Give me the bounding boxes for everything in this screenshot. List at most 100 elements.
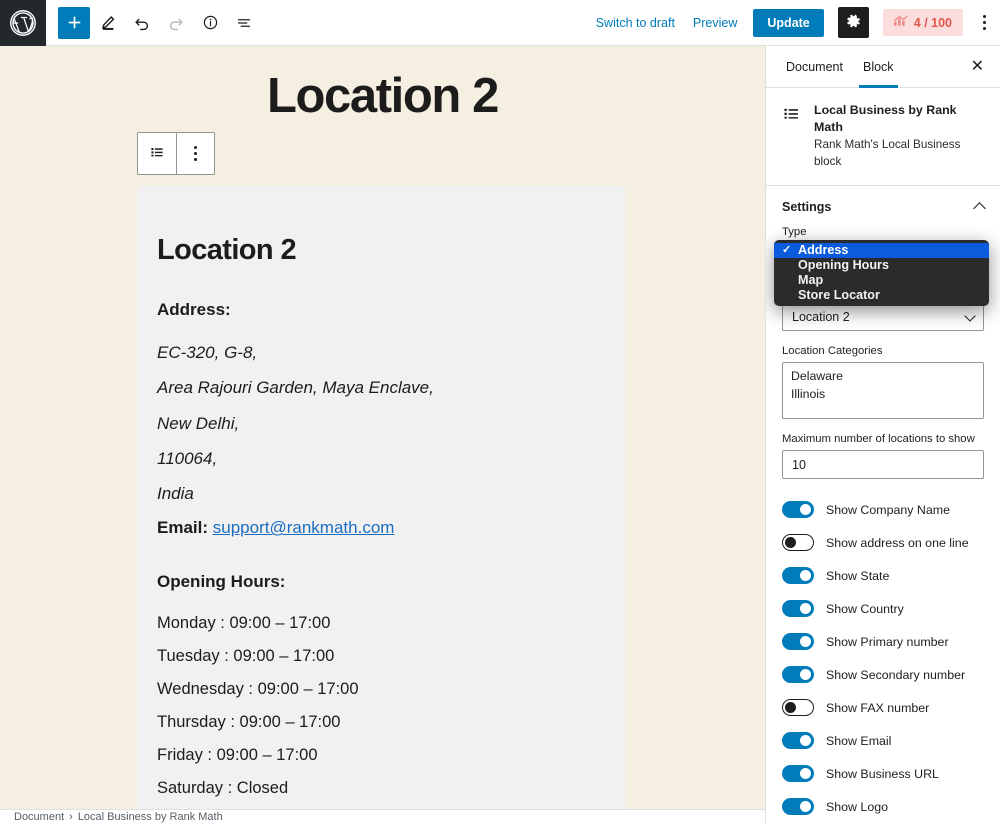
block-card-title: Local Business by Rank Math: [814, 103, 957, 134]
settings-panel-toggle[interactable]: Settings: [766, 186, 1000, 226]
email-link[interactable]: support@rankmath.com: [213, 518, 395, 537]
toggle-row-show-logo[interactable]: Show Logo: [766, 790, 1000, 823]
toggle-switch[interactable]: [782, 534, 814, 552]
preview-button[interactable]: Preview: [691, 12, 739, 34]
seo-score-badge[interactable]: 4 / 100: [882, 9, 963, 36]
opening-hours-row: Monday : 09:00 – 17:00: [157, 614, 331, 633]
editor-canvas: Location 2 Location 2 Address: EC-320, G…: [0, 46, 765, 823]
block-options-button[interactable]: [175, 133, 214, 174]
location-category-option[interactable]: Illinois: [791, 386, 975, 403]
block-card: Local Business by Rank Math Rank Math's …: [766, 88, 1000, 187]
tab-block[interactable]: Block: [853, 46, 904, 88]
toggle-switch[interactable]: [782, 798, 814, 816]
toggle-switch[interactable]: [782, 567, 814, 585]
block-toolbar: [137, 132, 215, 175]
type-label: Type: [782, 226, 807, 239]
edit-tool-button[interactable]: [92, 7, 124, 39]
details-info-button[interactable]: [194, 7, 226, 39]
opening-hours-row: Tuesday : 09:00 – 17:00: [157, 647, 335, 666]
location-categories-field: Location Categories Delaware Illinois: [766, 345, 1000, 420]
opening-hours-row: Thursday : 09:00 – 17:00: [157, 713, 341, 732]
location-category-option[interactable]: Delaware: [791, 368, 975, 385]
toggle-label: Show Business URL: [826, 766, 939, 781]
address-line: India: [157, 484, 194, 503]
type-option-label: Opening Hours: [798, 257, 889, 272]
post-title[interactable]: Location 2: [0, 46, 765, 132]
toggle-label: Show Secondary number: [826, 667, 966, 682]
breadcrumb-root[interactable]: Document: [14, 811, 64, 823]
toggle-row-show-email[interactable]: Show Email: [766, 724, 1000, 757]
toggle-list: Show Company Name Show address on one li…: [766, 493, 1000, 823]
toggle-label: Show Company Name: [826, 502, 950, 517]
list-block-icon: [782, 102, 802, 171]
type-option-store-locator[interactable]: Store Locator: [774, 288, 989, 303]
seo-score-value: 4 / 100: [913, 15, 952, 30]
opening-hours-row: Wednesday : 09:00 – 17:00: [157, 680, 359, 699]
toggle-switch[interactable]: [782, 765, 814, 783]
max-locations-label: Maximum number of locations to show: [782, 433, 975, 446]
editor-top-bar: Switch to draft Preview Update 4 / 100: [0, 0, 1000, 46]
type-field: Type Address ✓ Address Opening Hours Map…: [766, 226, 1000, 307]
opening-hours-row: Friday : 09:00 – 17:00: [157, 746, 318, 765]
type-dropdown-menu: ✓ Address Opening Hours Map Store Locato…: [774, 240, 989, 307]
type-option-opening-hours[interactable]: Opening Hours: [774, 258, 989, 273]
address-line: New Delhi,: [157, 413, 240, 433]
undo-button[interactable]: [126, 7, 158, 39]
type-option-address[interactable]: ✓ Address: [774, 242, 989, 259]
opening-hours-row: Saturday : Closed: [157, 779, 289, 798]
redo-button[interactable]: [160, 7, 192, 39]
close-icon[interactable]: ✕: [965, 55, 990, 79]
max-locations-field: Maximum number of locations to show: [766, 433, 1000, 480]
list-view-button[interactable]: [228, 7, 260, 39]
toggle-row-show-primary-number[interactable]: Show Primary number: [766, 625, 1000, 658]
local-business-block[interactable]: Location 2 Address: EC-320, G-8, Area Ra…: [137, 186, 625, 823]
opening-hours-label: Opening Hours:: [157, 572, 286, 592]
toggle-switch[interactable]: [782, 501, 814, 519]
location-categories-label: Location Categories: [782, 345, 883, 358]
block-type-icon-button[interactable]: [138, 133, 176, 174]
settings-gear-button[interactable]: [837, 7, 869, 38]
toggle-row-show-fax-number[interactable]: Show FAX number: [766, 691, 1000, 724]
toggle-label: Show Email: [826, 733, 892, 748]
wordpress-logo-icon[interactable]: [0, 0, 46, 46]
toggle-row-show-address-one-line[interactable]: Show address on one line: [766, 526, 1000, 559]
tab-document[interactable]: Document: [776, 46, 853, 88]
top-bar-right-actions: Switch to draft Preview Update 4 / 100: [594, 7, 1000, 38]
update-button[interactable]: Update: [753, 8, 824, 37]
check-icon: ✓: [782, 243, 792, 256]
location-categories-listbox[interactable]: Delaware Illinois: [782, 362, 984, 420]
toggle-switch[interactable]: [782, 699, 814, 717]
toggle-switch[interactable]: [782, 600, 814, 618]
toggle-row-show-secondary-number[interactable]: Show Secondary number: [766, 658, 1000, 691]
sidebar-tabs: Document Block ✕: [766, 46, 1000, 88]
toggle-switch[interactable]: [782, 732, 814, 750]
location-select[interactable]: Location 2: [782, 302, 984, 332]
list-block-icon: [149, 144, 165, 163]
vertical-dots-icon: [983, 15, 986, 18]
more-options-button[interactable]: [977, 13, 992, 32]
vertical-dots-icon: [193, 146, 197, 161]
toggle-row-show-state[interactable]: Show State: [766, 559, 1000, 592]
type-option-map[interactable]: Map: [774, 273, 989, 288]
toggle-row-show-company-name[interactable]: Show Company Name: [766, 493, 1000, 526]
toggle-row-show-country[interactable]: Show Country: [766, 592, 1000, 625]
breadcrumb-current[interactable]: Local Business by Rank Math: [78, 811, 223, 823]
toggle-label: Show FAX number: [826, 700, 930, 715]
toggle-row-show-business-url[interactable]: Show Business URL: [766, 757, 1000, 790]
block-card-description: Rank Math's Local Business block: [814, 138, 961, 169]
toggle-label: Show State: [826, 568, 890, 583]
top-bar-left-tools: [46, 6, 260, 39]
settings-panel-title: Settings: [782, 200, 832, 215]
type-option-label: Address: [798, 242, 849, 257]
toggle-switch[interactable]: [782, 633, 814, 651]
toggle-label: Show address on one line: [826, 535, 969, 550]
max-locations-input[interactable]: [782, 450, 984, 480]
email-row: Email: support@rankmath.com: [157, 518, 605, 538]
breadcrumb: Document › Local Business by Rank Math: [0, 809, 765, 823]
location-select-value: Location 2: [792, 309, 850, 324]
switch-to-draft-button[interactable]: Switch to draft: [594, 12, 677, 34]
toggle-switch[interactable]: [782, 666, 814, 684]
toggle-label: Show Logo: [826, 799, 889, 814]
add-block-button[interactable]: [58, 6, 90, 39]
address-line: Area Rajouri Garden, Maya Enclave,: [157, 378, 434, 398]
